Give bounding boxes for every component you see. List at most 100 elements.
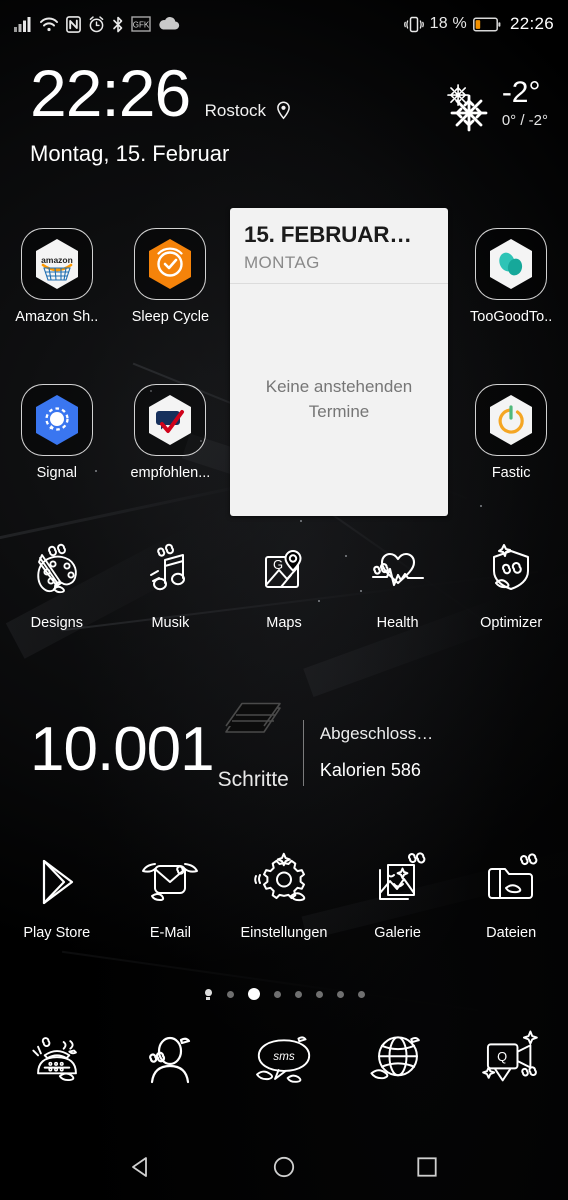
home-circle-icon <box>273 1156 295 1178</box>
app-label: Fastic <box>491 465 531 481</box>
calendar-body[interactable]: Keine anstehenden Termine <box>230 283 448 516</box>
page-indicator[interactable] <box>0 988 568 1000</box>
dock-item-sms[interactable]: sms <box>227 1022 341 1100</box>
app-label: Musik <box>151 615 190 631</box>
amazon-shopping-icon[interactable]: amazon <box>20 228 93 300</box>
dock-item-camera[interactable]: Q <box>454 1022 568 1100</box>
envelope-wings-icon[interactable] <box>134 848 206 916</box>
contacts-icon[interactable] <box>134 1022 206 1100</box>
fastic-icon[interactable] <box>475 384 548 456</box>
app-label: TooGoodTo.. <box>470 309 553 325</box>
app-musik[interactable]: Musik <box>114 538 228 631</box>
app-einstellungen[interactable]: Einstellungen <box>227 848 341 941</box>
empfohlen-icon[interactable] <box>134 384 207 456</box>
battery-low-icon <box>473 17 501 31</box>
app-signal[interactable]: Signal <box>0 384 114 481</box>
home-button[interactable] <box>255 1143 313 1191</box>
page-dot-home[interactable] <box>204 988 213 1000</box>
book-stack-icon <box>225 702 282 733</box>
svg-text:sms: sms <box>273 1050 295 1063</box>
status-bar-clock: 22:26 <box>509 14 554 33</box>
vibrate-icon <box>403 16 424 32</box>
app-row-4: Play Store E-Mail Einstellungen Galerie … <box>0 848 568 941</box>
app-maps[interactable]: G Maps <box>227 538 341 631</box>
app-galerie[interactable]: Galerie <box>341 848 455 941</box>
gear-icon[interactable] <box>248 848 320 916</box>
dock-item-contacts[interactable] <box>114 1022 228 1100</box>
step-goal-label: Abgeschloss… <box>319 723 434 743</box>
step-unit-label: Schritte <box>217 768 289 791</box>
app-label: Play Store <box>23 925 91 941</box>
back-button[interactable] <box>112 1143 170 1191</box>
calendar-weekday: MONTAG <box>244 253 320 272</box>
browser-globe-icon[interactable] <box>362 1022 434 1100</box>
step-calories-label: Kalorien 586 <box>319 759 421 780</box>
app-designs[interactable]: Designs <box>0 538 114 631</box>
app-fastic[interactable]: Fastic <box>454 384 568 481</box>
play-store-icon[interactable] <box>21 848 93 916</box>
svg-text:G: G <box>273 557 283 572</box>
page-dot[interactable] <box>315 990 323 998</box>
heart-pulse-icon[interactable] <box>362 538 434 606</box>
app-toogoodtogo[interactable]: TooGoodTo.. <box>454 228 568 325</box>
app-label: Dateien <box>486 925 537 941</box>
svg-text:amazon: amazon <box>41 255 73 265</box>
page-dot[interactable] <box>336 990 344 998</box>
step-counter-widget[interactable]: 10.001 Schritte Abgeschloss… Kalorien 58… <box>0 690 568 810</box>
signal-app-icon[interactable] <box>20 384 93 456</box>
app-play-store[interactable]: Play Store <box>0 848 114 941</box>
app-label: Maps <box>266 615 302 631</box>
camera-icon[interactable]: Q <box>475 1022 547 1100</box>
weather-range: 0° / -2° <box>501 112 548 129</box>
folder-icon[interactable] <box>475 848 547 916</box>
toogoodtogo-icon[interactable] <box>475 228 548 300</box>
alarm-icon <box>89 15 104 32</box>
wifi-icon <box>40 17 58 32</box>
shield-icon[interactable] <box>475 538 547 606</box>
weather-temperature: -2° <box>501 76 541 109</box>
app-label: Signal <box>36 465 77 481</box>
app-health[interactable]: Health <box>341 538 455 631</box>
clock-time: 22:26 <box>30 56 191 130</box>
dock-item-browser[interactable] <box>341 1022 455 1100</box>
bluetooth-icon <box>113 16 123 32</box>
page-dot[interactable] <box>273 990 281 998</box>
app-label: Amazon Sh.. <box>15 309 99 325</box>
clock-widget[interactable]: 22:26 Rostock Montag, 15. Februar <box>30 56 450 167</box>
app-label: Health <box>376 615 419 631</box>
gfk-icon: GFK <box>131 16 151 32</box>
step-stats: Abgeschloss… Kalorien 586 <box>320 720 433 781</box>
back-triangle-icon <box>132 1157 148 1177</box>
app-dateien[interactable]: Dateien <box>454 848 568 941</box>
app-optimizer[interactable]: Optimizer <box>454 538 568 631</box>
step-unit-column: Schritte <box>217 702 289 792</box>
page-dot[interactable] <box>357 990 365 998</box>
page-dot[interactable] <box>294 990 302 998</box>
svg-text:Q: Q <box>497 1049 507 1064</box>
palette-icon[interactable] <box>21 538 93 606</box>
calendar-empty-message: Keine anstehenden Termine <box>265 377 413 421</box>
sms-icon[interactable]: sms <box>248 1022 320 1100</box>
page-dot-active[interactable] <box>247 988 260 1000</box>
clock-location[interactable]: Rostock <box>205 101 291 121</box>
calendar-widget[interactable]: 15. FEBRUAR… MONTAG Keine anstehenden Te… <box>230 208 448 516</box>
app-email[interactable]: E-Mail <box>114 848 228 941</box>
weather-widget[interactable]: -2° 0° / -2° <box>432 78 548 136</box>
dock-item-phone[interactable] <box>0 1022 114 1100</box>
app-label: Optimizer <box>480 615 543 631</box>
status-bar[interactable]: GFK 18 % 22:26 <box>0 0 568 48</box>
clock-date: Montag, 15. Februar <box>30 141 230 166</box>
app-row-3: Designs Musik G Maps Health Optimizer <box>0 538 568 631</box>
page-dot[interactable] <box>226 990 234 998</box>
app-sleep-cycle[interactable]: Sleep Cycle <box>114 228 228 325</box>
status-bar-right-icons: 18 % 22:26 <box>403 14 554 34</box>
recents-button[interactable] <box>398 1143 456 1191</box>
phone-icon[interactable] <box>21 1022 93 1100</box>
app-amazon-shopping[interactable]: amazon Amazon Sh.. <box>0 228 114 325</box>
music-note-icon[interactable] <box>134 538 206 606</box>
maps-icon[interactable]: G <box>248 538 320 606</box>
app-empfohlen[interactable]: empfohlen... <box>114 384 228 481</box>
location-pin-icon <box>276 101 290 120</box>
sleep-cycle-icon[interactable] <box>134 228 207 300</box>
gallery-icon[interactable] <box>362 848 434 916</box>
